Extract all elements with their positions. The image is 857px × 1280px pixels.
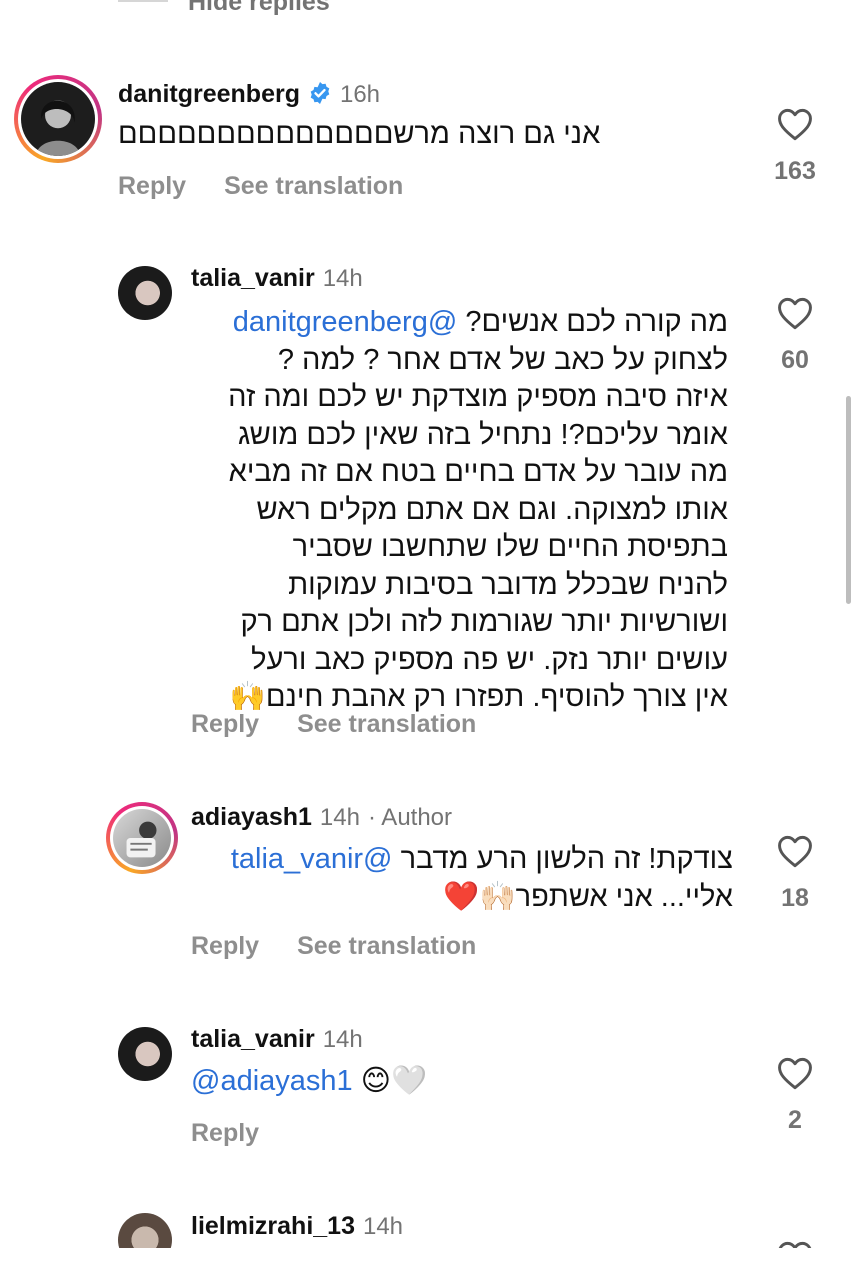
bottom-edge [0, 1248, 857, 1280]
avatar [113, 809, 171, 867]
username[interactable]: adiayash1 [191, 803, 312, 832]
like-count: 163 [774, 157, 816, 185]
timestamp: 14h [322, 1026, 363, 1053]
username[interactable]: lielmizrahi_13 [191, 1212, 355, 1241]
comment-line: ושורשיות יותר שגורמות לזה ולכן אתם רק [240, 606, 728, 638]
comment-line: עושים יותר נזק. יש פה מספיק כאב ורעל [251, 643, 728, 676]
see-translation-button[interactable]: See translation [224, 172, 403, 201]
hide-replies-button[interactable]: Hide replies [188, 0, 330, 17]
username[interactable]: talia_vanir [191, 264, 315, 293]
scrollbar[interactable] [846, 396, 851, 604]
comment-line: מה עובר על אדם בחיים בטח אם זה מביא [228, 456, 728, 488]
comment-text: צודקת! זה הלשון הרע מדבר @talia_vanir אל… [188, 841, 733, 916]
reply-button[interactable]: Reply [118, 172, 186, 201]
comment-line: אליי... אני אשתפר🙌🏻❤️ [443, 880, 733, 913]
like-count: 60 [781, 346, 809, 374]
emoji-text: 😊🤍 [360, 1065, 428, 1097]
thread-line [118, 0, 168, 2]
comment-text: @adiayash1 😊🤍 [191, 1063, 591, 1101]
comment-text: אני גם רוצה מרשםםםםםםםםםםםםםם [118, 118, 601, 150]
timestamp: 14h [322, 265, 363, 292]
like-count: 18 [781, 884, 809, 912]
see-translation-button[interactable]: See translation [297, 710, 476, 739]
username[interactable]: danitgreenberg [118, 80, 300, 109]
author-badge: · Author [367, 804, 453, 831]
reply-button[interactable]: Reply [191, 1119, 259, 1148]
username[interactable]: talia_vanir [191, 1025, 315, 1054]
heart-icon[interactable] [776, 296, 814, 330]
see-translation-button[interactable]: See translation [297, 932, 476, 961]
verified-badge-icon [310, 82, 330, 104]
comment-text: מה קורה לכם אנשים? @danitgreenberg לצחוק… [188, 304, 728, 717]
timestamp: 16h [339, 81, 381, 108]
avatar [21, 82, 95, 156]
comment-line: מה קורה לכם אנשים? [465, 306, 728, 338]
heart-icon[interactable] [776, 107, 814, 141]
like-count: 2 [788, 1106, 802, 1134]
reply-button[interactable]: Reply [191, 932, 259, 961]
heart-icon[interactable] [776, 1056, 814, 1090]
comment-line: אומר עליכם?! נתחיל בזה שאין לכם מושג [237, 418, 728, 451]
comment-line: בתפיסת החיים שלו שתחשבו שסביר [292, 531, 728, 563]
comment-line: לצחוק על כאב של אדם אחר ? למה ? [277, 343, 728, 376]
mention-link[interactable]: @adiayash1 [191, 1065, 353, 1097]
avatar-story-ring[interactable] [14, 75, 102, 163]
mention-link[interactable]: @danitgreenberg [233, 306, 458, 338]
avatar[interactable] [118, 1027, 172, 1081]
avatar-story-ring[interactable] [106, 802, 178, 874]
comment-line: צודקת! זה הלשון הרע מדבר [400, 843, 733, 875]
heart-icon[interactable] [776, 834, 814, 868]
mention-link[interactable]: @talia_vanir [231, 843, 393, 875]
comment-line: להניח שבכלל מדובר בסיבות עמוקות [288, 568, 728, 601]
reply-button[interactable]: Reply [191, 710, 259, 739]
comment-line: אותו למצוקה. וגם אם אתם מקלים ראש [256, 493, 728, 526]
avatar[interactable] [118, 266, 172, 320]
timestamp: 14h [362, 1213, 404, 1240]
comment-line: איזה סיבה מספיק מוצדקת יש לכם ומה זה [228, 381, 728, 413]
timestamp: 14h [319, 804, 360, 831]
